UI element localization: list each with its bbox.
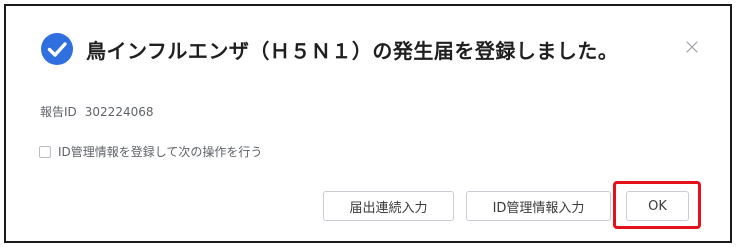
ok-button[interactable]: OK — [626, 191, 689, 221]
report-id-row: 報告ID 302224068 — [40, 103, 154, 120]
dialog-header: 鳥インフルエンザ（Ｈ５Ｎ１）の発生届を登録しました。 — [40, 32, 618, 66]
close-icon[interactable] — [685, 40, 699, 54]
continue-entry-button[interactable]: 届出連続入力 — [323, 191, 454, 221]
register-id-option[interactable]: ID管理情報を登録して次の操作を行う — [39, 143, 262, 160]
registration-complete-dialog: 鳥インフルエンザ（Ｈ５Ｎ１）の発生届を登録しました。 報告ID 302224068… — [6, 6, 730, 241]
check-circle-icon — [41, 33, 73, 65]
dialog-title: 鳥インフルエンザ（Ｈ５Ｎ１）の発生届を登録しました。 — [86, 38, 619, 63]
screenshot-frame: 鳥インフルエンザ（Ｈ５Ｎ１）の発生届を登録しました。 報告ID 302224068… — [4, 4, 732, 243]
report-id-label: 報告ID — [40, 105, 77, 119]
id-info-entry-button[interactable]: ID管理情報入力 — [466, 191, 611, 221]
register-id-checkbox-label: ID管理情報を登録して次の操作を行う — [58, 145, 263, 159]
register-id-checkbox[interactable] — [39, 145, 51, 158]
report-id-value: 302224068 — [84, 105, 154, 119]
